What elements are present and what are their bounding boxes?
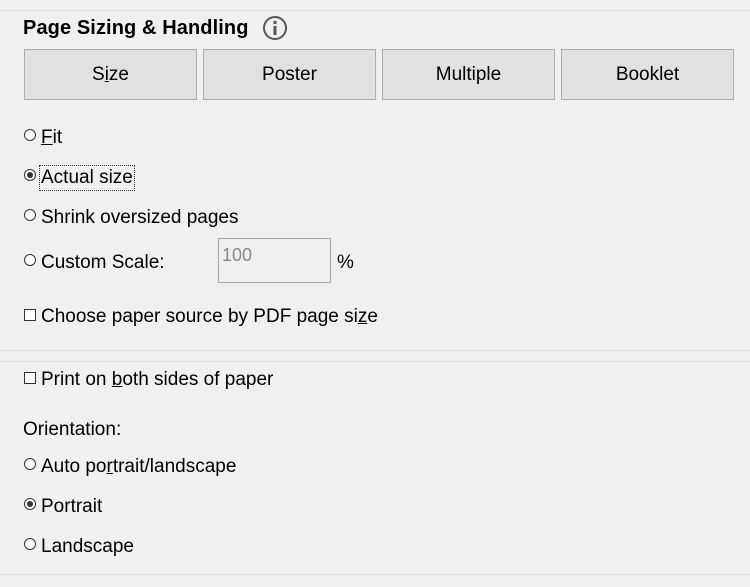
- radio-auto-orientation-label[interactable]: Auto portrait/landscape: [41, 455, 236, 479]
- radio-auto-orientation[interactable]: [24, 458, 36, 470]
- checkbox-duplex[interactable]: [24, 372, 36, 384]
- radio-shrink-oversized[interactable]: [24, 209, 36, 221]
- radio-portrait-label[interactable]: Portrait: [41, 495, 102, 519]
- info-icon[interactable]: [262, 15, 288, 41]
- orientation-heading: Orientation:: [23, 419, 122, 440]
- tab-booklet[interactable]: Booklet: [561, 49, 734, 100]
- radio-portrait[interactable]: [24, 498, 36, 510]
- tab-size-label: Size: [92, 63, 129, 85]
- radio-landscape-label[interactable]: Landscape: [41, 535, 134, 559]
- tab-multiple-label: Multiple: [435, 63, 502, 85]
- radio-actual-size-label[interactable]: Actual size: [39, 165, 135, 191]
- radio-fit[interactable]: [24, 129, 36, 141]
- custom-scale-input[interactable]: 100: [218, 238, 331, 283]
- section-divider-2: [0, 361, 750, 362]
- radio-custom-scale-label[interactable]: Custom Scale:: [41, 251, 165, 275]
- custom-scale-unit: %: [337, 252, 354, 273]
- radio-shrink-oversized-label[interactable]: Shrink oversized pages: [41, 206, 239, 230]
- section-divider: [0, 350, 750, 351]
- checkbox-paper-source-label[interactable]: Choose paper source by PDF page size: [41, 305, 378, 329]
- radio-actual-size[interactable]: [24, 169, 36, 181]
- bottom-divider: [0, 574, 750, 575]
- checkbox-paper-source[interactable]: [24, 309, 36, 321]
- tab-size[interactable]: Size: [24, 49, 197, 100]
- tab-multiple[interactable]: Multiple: [382, 49, 555, 100]
- tab-poster-label: Poster: [262, 63, 317, 85]
- radio-fit-label[interactable]: Fit: [41, 126, 62, 150]
- radio-landscape[interactable]: [24, 538, 36, 550]
- radio-custom-scale[interactable]: [24, 254, 36, 266]
- tab-poster[interactable]: Poster: [203, 49, 376, 100]
- section-title: Page Sizing & Handling: [23, 17, 249, 39]
- tab-booklet-label: Booklet: [615, 63, 680, 85]
- checkbox-duplex-label[interactable]: Print on both sides of paper: [41, 368, 273, 392]
- top-divider: [0, 10, 750, 11]
